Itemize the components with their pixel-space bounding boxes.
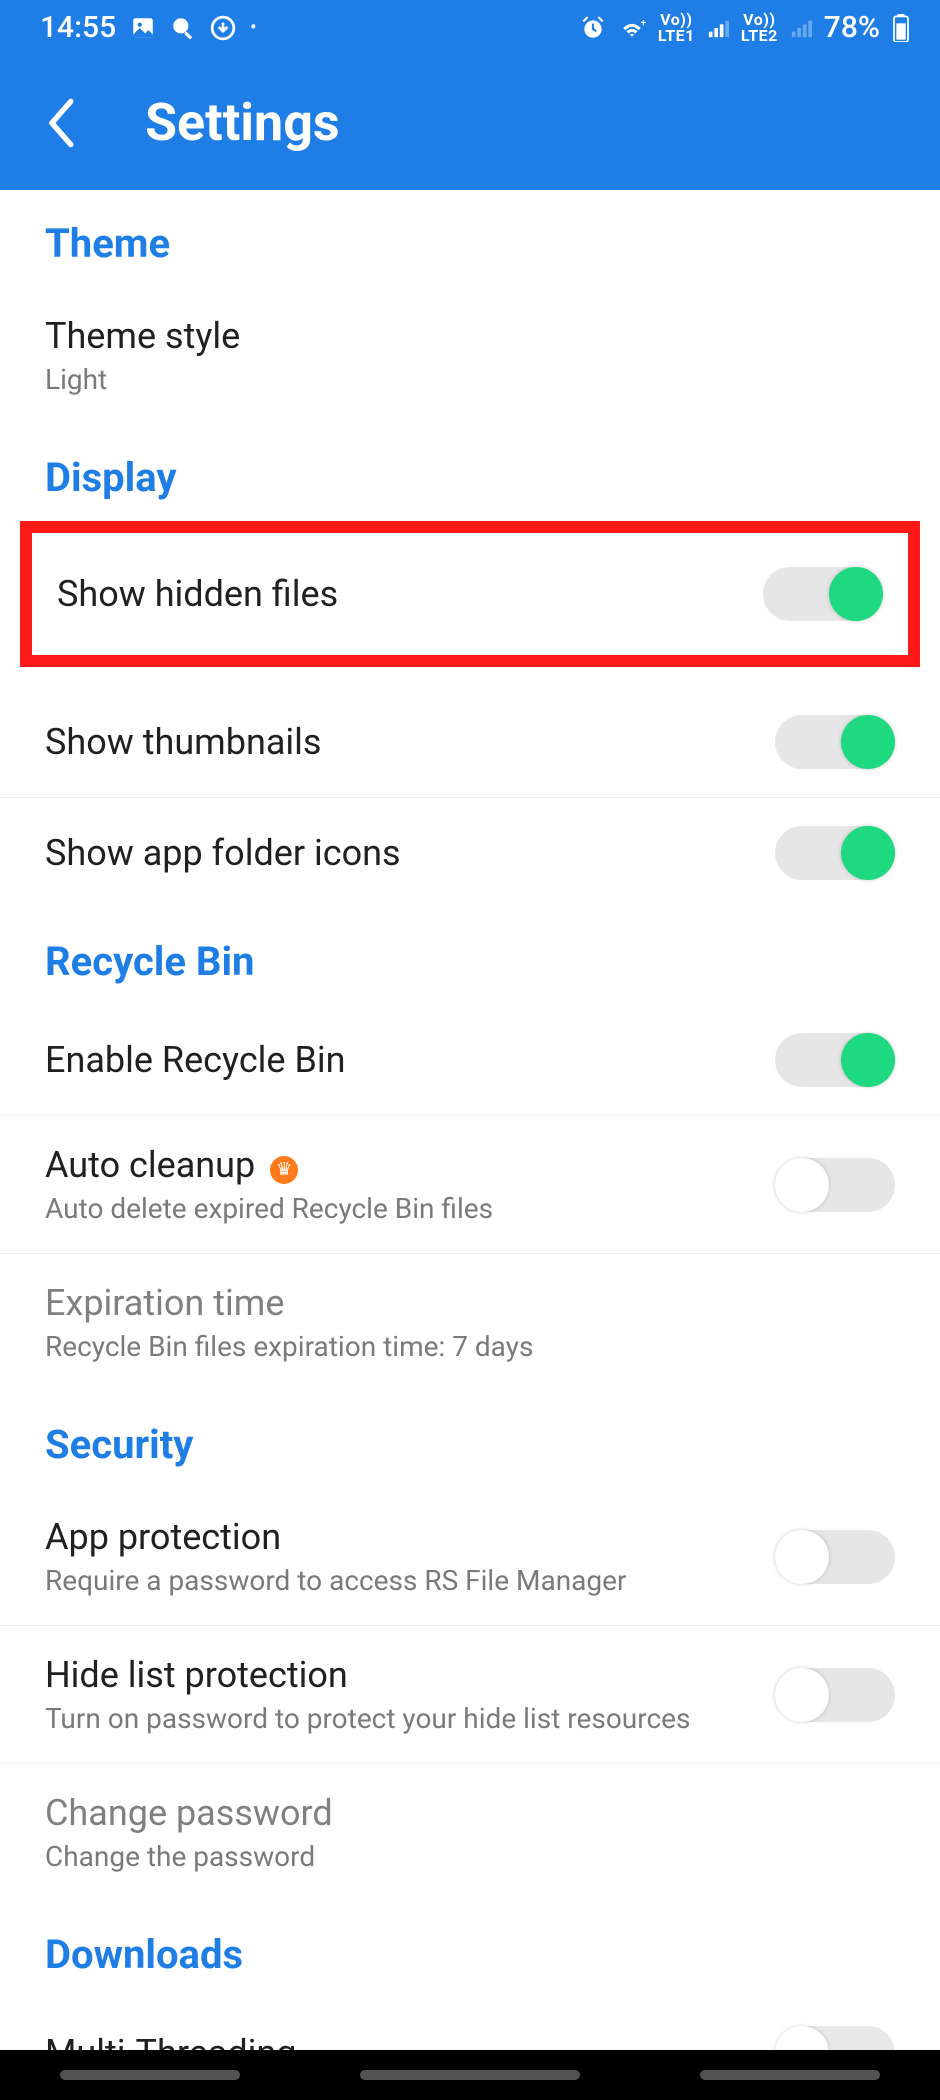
show-thumbnails-label: Show thumbnails bbox=[45, 721, 775, 763]
wifi-icon: + bbox=[618, 17, 646, 39]
row-show-folder-icons[interactable]: Show app folder icons bbox=[0, 798, 940, 908]
magnify-icon bbox=[170, 15, 196, 41]
enable-recycle-label: Enable Recycle Bin bbox=[45, 1039, 775, 1081]
signal-bars-1-icon bbox=[707, 17, 729, 39]
row-change-password[interactable]: Change password Change the password bbox=[0, 1764, 940, 1901]
hide-list-sub: Turn on password to protect your hide li… bbox=[45, 1702, 775, 1735]
battery-icon bbox=[892, 14, 910, 42]
settings-list: Theme Theme style Light Display Show hid… bbox=[0, 190, 940, 2080]
row-expiration-time[interactable]: Expiration time Recycle Bin files expira… bbox=[0, 1254, 940, 1391]
nav-home[interactable] bbox=[360, 2070, 580, 2080]
toggle-show-folder-icons[interactable] bbox=[775, 826, 895, 880]
nav-back[interactable] bbox=[700, 2070, 880, 2080]
app-protection-sub: Require a password to access RS File Man… bbox=[45, 1564, 775, 1597]
show-hidden-files-label: Show hidden files bbox=[57, 573, 763, 615]
change-password-label: Change password bbox=[45, 1792, 895, 1834]
section-header-display: Display bbox=[0, 424, 940, 521]
toggle-app-protection[interactable] bbox=[775, 1530, 895, 1584]
show-folder-icons-label: Show app folder icons bbox=[45, 832, 775, 874]
app-protection-label: App protection bbox=[45, 1516, 775, 1558]
row-app-protection[interactable]: App protection Require a password to acc… bbox=[0, 1488, 940, 1626]
toggle-enable-recycle[interactable] bbox=[775, 1033, 895, 1087]
back-button[interactable] bbox=[30, 93, 90, 153]
row-theme-style[interactable]: Theme style Light bbox=[0, 287, 940, 424]
svg-text:+: + bbox=[641, 17, 646, 28]
section-header-downloads: Downloads bbox=[0, 1901, 940, 1998]
toggle-show-thumbnails[interactable] bbox=[775, 715, 895, 769]
app-bar: Settings bbox=[0, 55, 940, 190]
expiration-label: Expiration time bbox=[45, 1282, 895, 1324]
signal-bars-2-icon bbox=[790, 17, 812, 39]
section-header-recycle: Recycle Bin bbox=[0, 908, 940, 1005]
change-password-sub: Change the password bbox=[45, 1840, 895, 1873]
chevron-left-icon bbox=[43, 96, 77, 150]
row-hide-list-protection[interactable]: Hide list protection Turn on password to… bbox=[0, 1626, 940, 1764]
status-bar: 14:55 • + Vo)) LTE1 Vo)) LTE2 bbox=[0, 0, 940, 55]
crown-icon: ♛ bbox=[270, 1156, 298, 1184]
auto-cleanup-label: Auto cleanup ♛ bbox=[45, 1144, 775, 1186]
download-circle-icon bbox=[210, 15, 236, 41]
toggle-auto-cleanup[interactable] bbox=[775, 1158, 895, 1212]
status-right: + Vo)) LTE1 Vo)) LTE2 78% bbox=[580, 10, 910, 45]
row-auto-cleanup[interactable]: Auto cleanup ♛ Auto delete expired Recyc… bbox=[0, 1116, 940, 1254]
section-header-theme: Theme bbox=[0, 190, 940, 287]
toggle-hide-list-protection[interactable] bbox=[775, 1668, 895, 1722]
status-dot: • bbox=[250, 17, 256, 38]
alarm-icon bbox=[580, 15, 606, 41]
sim1-indicator: Vo)) LTE1 bbox=[658, 12, 695, 44]
image-icon bbox=[130, 15, 156, 41]
battery-percent: 78% bbox=[824, 10, 880, 45]
row-show-hidden-files[interactable]: Show hidden files bbox=[32, 533, 908, 655]
toggle-show-hidden-files[interactable] bbox=[763, 567, 883, 621]
system-nav-bar bbox=[0, 2050, 940, 2100]
expiration-sub: Recycle Bin files expiration time: 7 day… bbox=[45, 1330, 895, 1363]
page-title: Settings bbox=[145, 92, 340, 153]
theme-style-value: Light bbox=[45, 363, 895, 396]
section-header-security: Security bbox=[0, 1391, 940, 1488]
highlighted-setting: Show hidden files bbox=[20, 521, 920, 667]
status-left: 14:55 • bbox=[40, 10, 256, 45]
theme-style-label: Theme style bbox=[45, 315, 895, 357]
row-show-thumbnails[interactable]: Show thumbnails bbox=[0, 687, 940, 798]
nav-recents[interactable] bbox=[60, 2070, 240, 2080]
row-enable-recycle[interactable]: Enable Recycle Bin bbox=[0, 1005, 940, 1116]
status-time: 14:55 bbox=[40, 10, 116, 45]
auto-cleanup-sub: Auto delete expired Recycle Bin files bbox=[45, 1192, 775, 1225]
hide-list-label: Hide list protection bbox=[45, 1654, 775, 1696]
sim2-indicator: Vo)) LTE2 bbox=[741, 12, 778, 44]
